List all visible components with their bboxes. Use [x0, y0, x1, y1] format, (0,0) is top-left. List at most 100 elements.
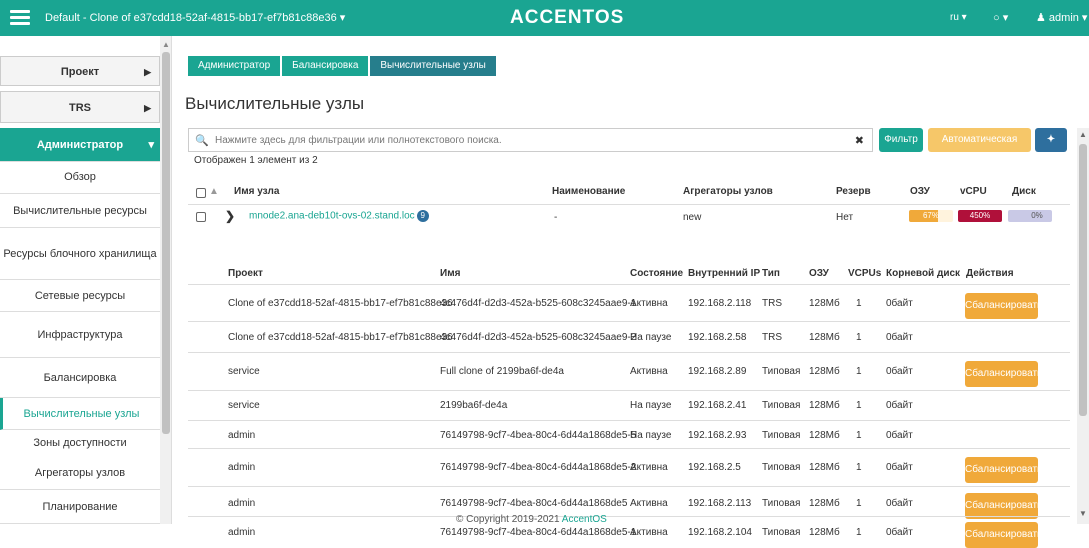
column-header-ram[interactable]: ОЗУ — [910, 186, 930, 197]
vcpu-usage-bar: 450% — [958, 210, 1002, 222]
scroll-down-icon[interactable]: ▼ — [1079, 509, 1087, 518]
column-header-name[interactable]: Имя узла — [234, 186, 279, 197]
sub-header-name: Имя — [440, 268, 461, 279]
chevron-down-icon: ▾ — [148, 139, 154, 151]
cell-ip: 192.168.2.113 — [688, 498, 752, 509]
info-button[interactable]: ✦ — [1035, 128, 1067, 152]
menu-icon[interactable] — [10, 10, 30, 26]
cell-disk: 0байт — [886, 462, 913, 473]
cell-disk: 0байт — [886, 298, 913, 309]
breadcrumb-compute-nodes: Вычислительные узлы — [370, 56, 496, 76]
balance-button[interactable]: Сбалансировать — [965, 522, 1042, 548]
cell-ip: 192.168.2.5 — [688, 462, 741, 473]
scroll-up-icon[interactable]: ▲ — [162, 40, 170, 49]
cell-disk: 0байт — [886, 332, 913, 343]
host-aggregators: new — [683, 212, 702, 223]
sub-header-ram: ОЗУ — [809, 268, 829, 279]
cell-vcpus: 1 — [856, 430, 862, 441]
expand-chevron-icon[interactable]: ❯ — [225, 209, 235, 223]
balance-button[interactable]: Сбалансировать — [965, 361, 1042, 387]
project-selector[interactable]: Default - Clone of e37cdd18-52af-4815-bb… — [45, 11, 345, 24]
sidebar-item-block-storage[interactable]: Ресурсы блочного хранилища — [0, 228, 160, 280]
sidebar-item-admin[interactable]: Администратор ▾ — [0, 128, 160, 162]
chevron-right-icon: ▶ — [144, 67, 151, 77]
cell-type: TRS — [762, 298, 782, 309]
search-input[interactable]: 🔍 Нажмите здесь для фильтрации или полно… — [188, 128, 873, 152]
divider — [188, 284, 1070, 285]
cell-ram: 128Мб — [809, 462, 840, 473]
auto-balance-button[interactable]: Автоматическая Балансировка — [928, 128, 1031, 169]
column-header-title[interactable]: Наименование — [552, 186, 625, 197]
cell-vcpus: 1 — [856, 527, 862, 538]
cell-project: admin — [228, 430, 256, 441]
sidebar-item-infrastructure[interactable]: Инфраструктура — [0, 312, 160, 358]
cell-vcpus: 1 — [856, 366, 862, 377]
cell-name: 4c476d4f-d2d3-452a-b525-608c3245aae9-1 — [440, 298, 637, 309]
cell-disk: 0байт — [886, 400, 913, 411]
cell-state: На паузе — [630, 400, 672, 411]
scrollbar-thumb[interactable] — [162, 52, 170, 434]
host-reserve: Нет — [836, 212, 854, 223]
cell-project: admin — [228, 462, 256, 473]
sidebar-scrollbar[interactable]: ▲ — [160, 36, 171, 524]
sidebar-item-network[interactable]: Сетевые ресурсы — [0, 280, 160, 312]
divider — [188, 516, 1070, 517]
cell-name: 76149798-9cf7-4bea-80c4-6d44a1868de5-1 — [440, 527, 637, 538]
balance-button[interactable]: Сбалансировать — [965, 293, 1042, 319]
sidebar-item-label: Зоны доступности — [33, 437, 127, 449]
vcpu-usage-label: 450% — [969, 211, 991, 220]
footer-link[interactable]: AccentOS — [562, 514, 607, 525]
column-header-aggregators[interactable]: Агрегаторы узлов — [683, 186, 773, 197]
breadcrumb-admin[interactable]: Администратор — [188, 56, 281, 76]
sidebar-item-balancing[interactable]: Балансировка — [0, 358, 160, 398]
divider — [188, 486, 1070, 487]
sidebar-item-label: TRS — [69, 102, 91, 114]
row-checkbox[interactable] — [196, 212, 206, 222]
cell-state: Активна — [630, 527, 668, 538]
clear-icon[interactable]: ✖ — [855, 134, 864, 147]
column-header-vcpu[interactable]: vCPU — [960, 186, 987, 197]
host-name-link[interactable]: mnode2.ana-deb10t-ovs-02.stand.loc 9 — [249, 210, 429, 222]
cell-ip: 192.168.2.58 — [688, 332, 747, 343]
balance-button[interactable]: Сбалансировать — [965, 457, 1042, 483]
sort-icon[interactable]: ▲ — [209, 186, 219, 197]
brand-logo: ACCENTOS — [510, 7, 625, 28]
page-title: Вычислительные узлы — [185, 94, 365, 113]
sub-header-disk: Корневой диск — [886, 268, 961, 279]
scroll-up-icon[interactable]: ▲ — [1079, 130, 1087, 139]
cell-vcpus: 1 — [856, 462, 862, 473]
sidebar-item-trs[interactable]: TRS ▶ — [0, 91, 160, 123]
cell-project: service — [228, 366, 260, 377]
breadcrumb: Администратор Балансировка Вычислительны… — [188, 56, 498, 76]
cell-disk: 0байт — [886, 527, 913, 538]
theme-selector[interactable]: ○ ▾ — [993, 11, 1008, 24]
sidebar-item-compute[interactable]: Вычислительные ресурсы — [0, 194, 160, 228]
footer-text: © Copyright 2019-2021 — [456, 514, 562, 525]
divider — [188, 204, 1070, 205]
select-all-checkbox[interactable] — [196, 188, 206, 198]
user-menu[interactable]: ♟ admin ▾ — [1036, 11, 1087, 24]
cell-ram: 128Мб — [809, 498, 840, 509]
column-header-reserve[interactable]: Резерв — [836, 186, 871, 197]
filter-button[interactable]: Фильтр — [879, 128, 923, 152]
breadcrumb-balancing[interactable]: Балансировка — [282, 56, 369, 76]
cell-vcpus: 1 — [856, 298, 862, 309]
sidebar-item-compute-nodes[interactable]: Вычислительные узлы — [0, 398, 160, 430]
divider — [188, 448, 1070, 449]
sidebar-item-availability-zones[interactable]: Зоны доступности — [0, 430, 160, 456]
cell-disk: 0байт — [886, 366, 913, 377]
column-header-disk[interactable]: Диск — [1012, 186, 1036, 197]
sidebar-item-aggregators[interactable]: Агрегаторы узлов — [0, 456, 160, 490]
cell-ram: 128Мб — [809, 298, 840, 309]
sidebar-item-scheduling[interactable]: Планирование — [0, 490, 160, 524]
sidebar-item-project[interactable]: Проект ▶ — [0, 56, 160, 86]
cell-ram: 128Мб — [809, 527, 840, 538]
host-name[interactable]: mnode2.ana-deb10t-ovs-02.stand.loc — [249, 211, 415, 222]
sidebar-item-label: Балансировка — [43, 372, 117, 384]
cell-ip: 192.168.2.41 — [688, 400, 747, 411]
sidebar-item-label: Вычислительные ресурсы — [13, 205, 147, 217]
main-scrollbar[interactable]: ▲ ▼ — [1077, 128, 1089, 524]
scrollbar-thumb[interactable] — [1079, 144, 1087, 416]
sidebar-item-overview[interactable]: Обзор — [0, 164, 160, 194]
language-selector[interactable]: ru ▾ — [950, 12, 967, 23]
